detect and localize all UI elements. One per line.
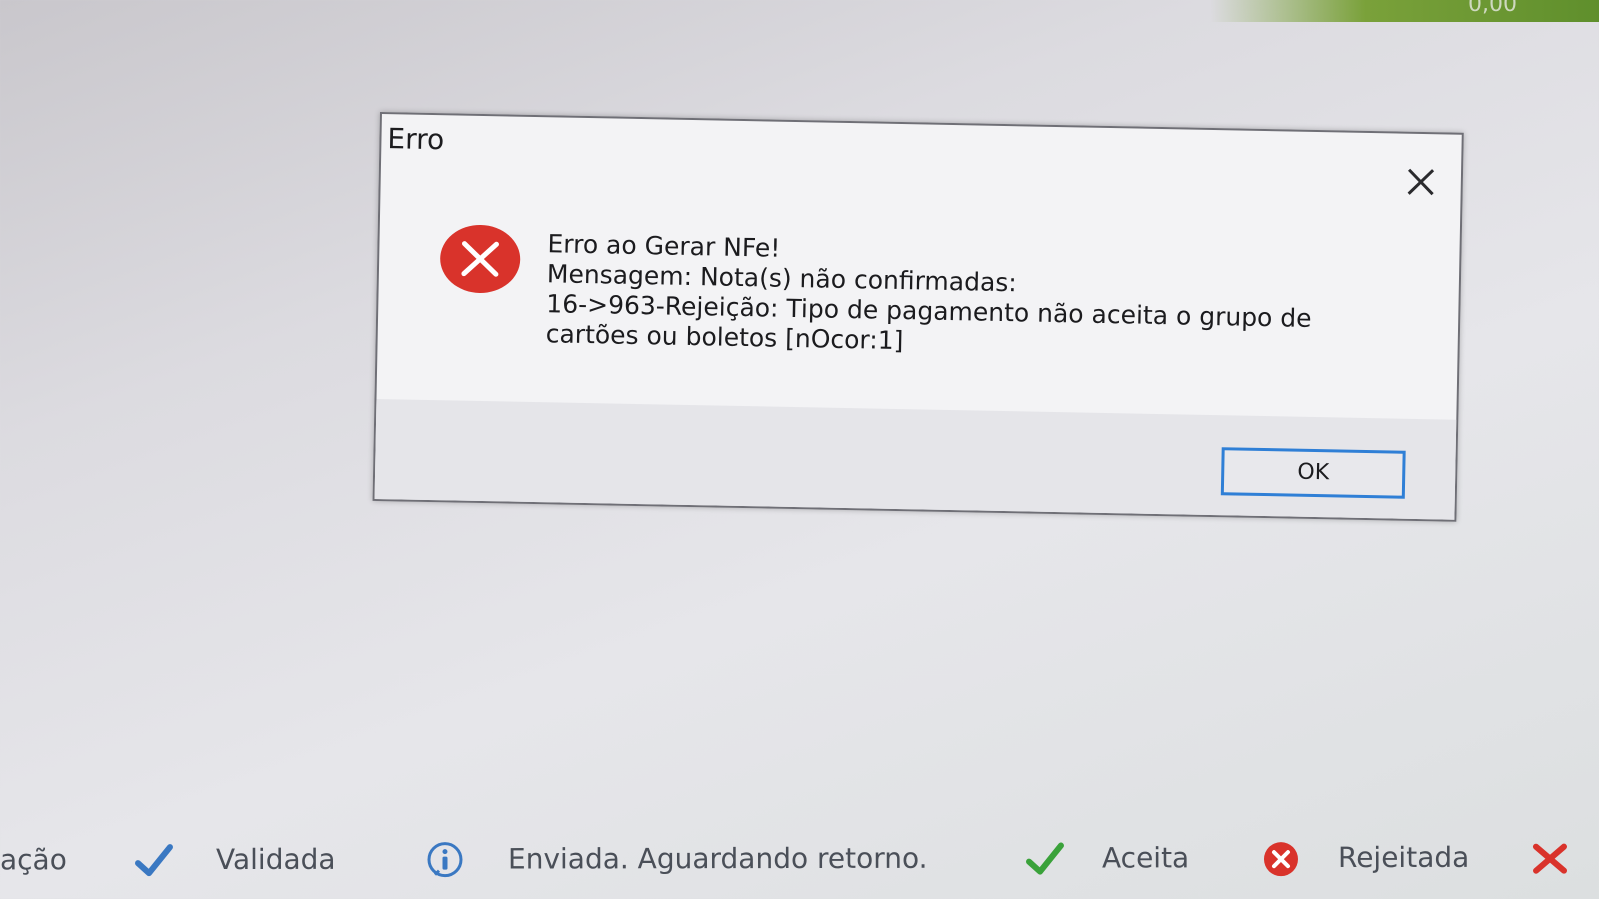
error-dialog: Erro Erro ao Gerar NFe! Mensagem: Nota(s… xyxy=(372,112,1464,522)
legend-label-enviada: Enviada. Aguardando retorno. xyxy=(507,841,928,876)
legend-label-rejeitada: Rejeitada xyxy=(1337,840,1470,875)
check-icon xyxy=(1025,842,1064,875)
top-status-strip: 0,00 xyxy=(1210,0,1599,22)
x-mark-icon xyxy=(1532,843,1568,874)
dialog-title: Erro xyxy=(387,122,445,157)
legend-label-aceita: Aceita xyxy=(1101,841,1190,875)
error-message: Erro ao Gerar NFe! Mensagem: Nota(s) não… xyxy=(545,229,1387,365)
error-circle-icon xyxy=(1263,842,1298,877)
error-icon xyxy=(440,224,521,293)
close-button[interactable] xyxy=(1398,160,1443,205)
dialog-button-area: OK xyxy=(374,398,1457,520)
check-icon xyxy=(134,844,173,877)
legend-partial-label: ação xyxy=(0,843,67,877)
legend-label-validada: Validada xyxy=(215,842,336,877)
ok-button[interactable]: OK xyxy=(1220,447,1406,499)
info-icon xyxy=(427,842,463,878)
total-value: 0,00 xyxy=(1468,0,1517,17)
status-legend: ação Validada Enviada. Aguardando retorn… xyxy=(0,827,1599,899)
close-icon xyxy=(1407,168,1435,196)
